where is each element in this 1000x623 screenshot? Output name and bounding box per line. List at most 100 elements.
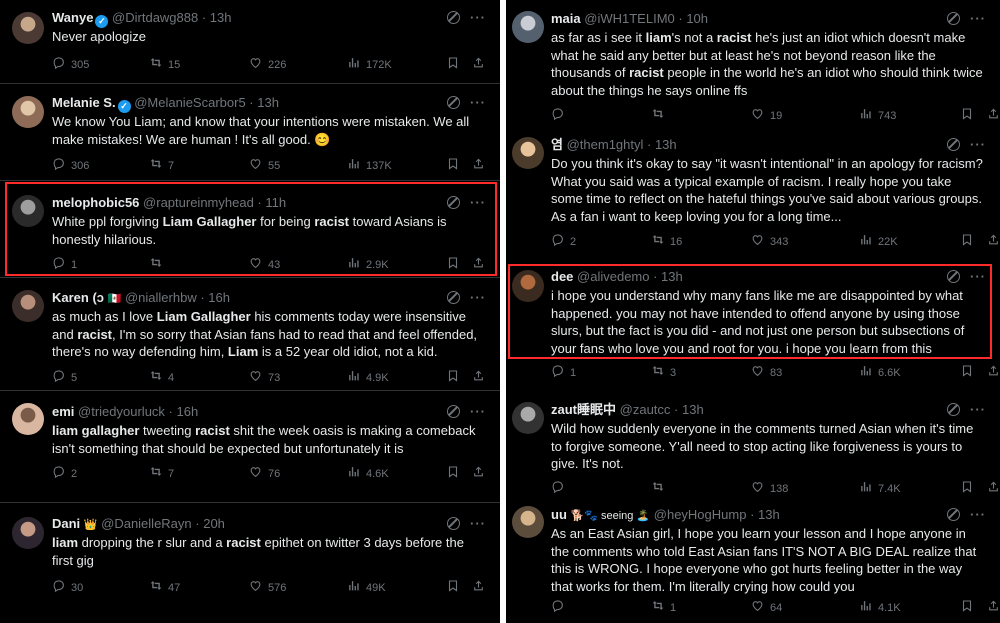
bookmark-button[interactable] xyxy=(961,599,980,615)
reply-button[interactable]: 2 xyxy=(551,233,576,249)
repost-button[interactable]: 7 xyxy=(149,157,174,173)
views-button[interactable]: 4.1K xyxy=(859,599,901,615)
views-button[interactable]: 172K xyxy=(347,56,392,72)
repost-button[interactable]: 4 xyxy=(149,369,174,385)
grok-icon[interactable] xyxy=(447,403,460,421)
like-button[interactable]: 19 xyxy=(751,107,782,123)
tweet[interactable]: emi @triedyourluck · 16h ··· liam gallaghe… xyxy=(0,390,500,503)
share-button[interactable] xyxy=(987,233,1000,249)
repost-button[interactable]: 16 xyxy=(651,233,682,249)
avatar[interactable] xyxy=(512,137,544,169)
tweet[interactable]: Wanye ✓ @Dirtdawg888 · 13h ··· Never apolog… xyxy=(0,0,500,83)
grok-icon[interactable] xyxy=(947,10,960,28)
reply-button[interactable]: 305 xyxy=(52,56,89,72)
share-button[interactable] xyxy=(472,157,491,173)
user-handle[interactable]: @niallerhbw xyxy=(125,290,197,305)
timestamp[interactable]: 16h xyxy=(177,404,199,419)
like-button[interactable]: 226 xyxy=(249,56,286,72)
repost-button[interactable]: 15 xyxy=(149,56,180,72)
like-button[interactable]: 83 xyxy=(751,364,782,380)
timestamp[interactable]: 13h xyxy=(257,95,279,110)
tweet[interactable]: zaut睡眠中 @zautcc · 13h ··· Wild how suddenl… xyxy=(506,394,1000,498)
bookmark-button[interactable] xyxy=(447,465,466,481)
views-button[interactable]: 137K xyxy=(347,157,392,173)
repost-button[interactable]: 3 xyxy=(651,364,676,380)
display-name[interactable]: Melanie S. xyxy=(52,95,116,110)
like-button[interactable]: 343 xyxy=(751,233,788,249)
user-handle[interactable]: @them1ghtyl xyxy=(567,137,644,152)
display-name[interactable]: 염 xyxy=(551,137,563,152)
timestamp[interactable]: 10h xyxy=(686,11,708,26)
bookmark-button[interactable] xyxy=(961,233,980,249)
reply-button[interactable] xyxy=(551,599,570,615)
avatar[interactable] xyxy=(12,96,44,128)
reply-button[interactable]: 1 xyxy=(551,364,576,380)
share-button[interactable] xyxy=(472,369,491,385)
repost-button[interactable]: 47 xyxy=(149,579,180,595)
repost-button[interactable]: 1 xyxy=(651,599,676,615)
grok-icon[interactable] xyxy=(947,401,960,419)
like-button[interactable]: 73 xyxy=(249,369,280,385)
timestamp[interactable]: 13h xyxy=(210,10,232,25)
reply-button[interactable]: 306 xyxy=(52,157,89,173)
user-handle[interactable]: @MelanieScarbor5 xyxy=(134,95,245,110)
tweet[interactable]: Karen (ɔ 🇲🇽 @niallerhbw · 16h ··· as much … xyxy=(0,277,500,391)
more-icon[interactable]: ··· xyxy=(470,289,486,307)
display-name[interactable]: Karen (ɔ xyxy=(52,290,104,305)
display-name[interactable]: maia xyxy=(551,11,581,26)
repost-button[interactable] xyxy=(651,107,670,123)
tweet[interactable]: Dani 👑 @DanielleRayn · 20h ··· liam droppi… xyxy=(0,502,500,623)
like-button[interactable]: 76 xyxy=(249,465,280,481)
views-button[interactable]: 4.9K xyxy=(347,369,389,385)
grok-icon[interactable] xyxy=(447,9,460,27)
display-name[interactable]: Dani xyxy=(52,516,80,531)
avatar[interactable] xyxy=(12,12,44,44)
more-icon[interactable]: ··· xyxy=(470,515,486,533)
share-button[interactable] xyxy=(472,465,491,481)
avatar[interactable] xyxy=(512,11,544,43)
grok-icon[interactable] xyxy=(947,506,960,524)
views-button[interactable]: 7.4K xyxy=(859,480,901,496)
views-button[interactable]: 6.6K xyxy=(859,364,901,380)
repost-button[interactable] xyxy=(651,480,670,496)
timestamp[interactable]: 13h xyxy=(682,402,704,417)
bookmark-button[interactable] xyxy=(961,364,980,380)
user-handle[interactable]: @iWH1TELIM0 xyxy=(584,11,675,26)
tweet[interactable]: Melanie S. ✓ @MelanieScarbor5 · 13h ··· We … xyxy=(0,83,500,181)
grok-icon[interactable] xyxy=(447,289,460,307)
tweet[interactable]: 염 @them1ghtyl · 13h ··· Do you think it's … xyxy=(506,127,1000,264)
repost-button[interactable]: 7 xyxy=(149,465,174,481)
more-icon[interactable]: ··· xyxy=(470,94,486,112)
user-handle[interactable]: @Dirtdawg888 xyxy=(112,10,198,25)
share-button[interactable] xyxy=(987,480,1000,496)
user-handle[interactable]: @zautcc xyxy=(620,402,671,417)
like-button[interactable]: 55 xyxy=(249,157,280,173)
reply-button[interactable]: 5 xyxy=(52,369,77,385)
display-name[interactable]: zaut睡眠中 xyxy=(551,402,616,417)
views-button[interactable]: 4.6K xyxy=(347,465,389,481)
avatar[interactable] xyxy=(12,403,44,435)
share-button[interactable] xyxy=(987,364,1000,380)
reply-button[interactable] xyxy=(551,107,570,123)
timestamp[interactable]: 16h xyxy=(208,290,230,305)
display-name[interactable]: uu xyxy=(551,507,567,522)
avatar[interactable] xyxy=(512,506,544,538)
timestamp[interactable]: 13h xyxy=(655,137,677,152)
bookmark-button[interactable] xyxy=(961,480,980,496)
reply-button[interactable]: 2 xyxy=(52,465,77,481)
share-button[interactable] xyxy=(472,56,491,72)
display-name[interactable]: emi xyxy=(52,404,74,419)
share-button[interactable] xyxy=(987,599,1000,615)
tweet[interactable]: uu 🐕🐾 seeing 🏝️ @heyHogHump · 13h ··· As a… xyxy=(506,498,1000,623)
reply-button[interactable]: 30 xyxy=(52,579,83,595)
bookmark-button[interactable] xyxy=(961,107,980,123)
more-icon[interactable]: ··· xyxy=(970,506,986,524)
more-icon[interactable]: ··· xyxy=(970,401,986,419)
user-handle[interactable]: @triedyourluck xyxy=(78,404,165,419)
bookmark-button[interactable] xyxy=(447,157,466,173)
more-icon[interactable]: ··· xyxy=(470,403,486,421)
bookmark-button[interactable] xyxy=(447,56,466,72)
bookmark-button[interactable] xyxy=(447,579,466,595)
views-button[interactable]: 22K xyxy=(859,233,898,249)
timestamp[interactable]: 20h xyxy=(203,516,225,531)
